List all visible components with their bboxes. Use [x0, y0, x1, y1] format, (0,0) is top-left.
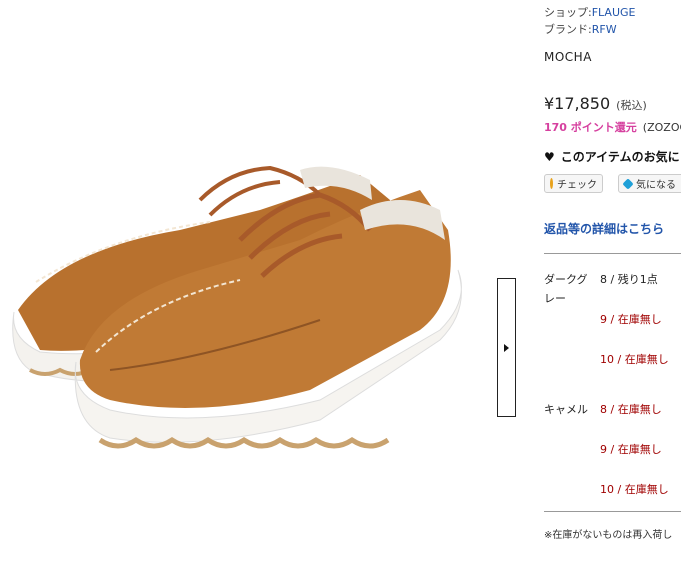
size-separator: / [607, 313, 618, 326]
favorite-label: このアイテムのお気に [560, 150, 680, 164]
product-photo [0, 0, 500, 561]
heart-icon: ♥ [544, 150, 555, 164]
shop-link[interactable]: FLAUGE [592, 6, 636, 19]
stock-status: 在庫無し [617, 313, 662, 326]
color-name-camel: キャメル [544, 400, 588, 419]
check-button[interactable]: チェック [544, 174, 603, 193]
blue-diamond-icon [622, 177, 634, 190]
stock-row: 8 / 残り1点 [600, 273, 658, 287]
shop-label: ショップ: [544, 6, 592, 19]
tax-label: (税込) [616, 99, 647, 112]
stock-row: 10 / 在庫無し [600, 353, 669, 367]
next-image-button[interactable] [497, 278, 516, 417]
brand-line: ブランド:RFW [544, 21, 617, 37]
price-line: ¥17,850 (税込) [544, 94, 647, 113]
size-value: 9 [600, 443, 607, 456]
size-separator: / [607, 443, 618, 456]
points-line: 170 ポイント還元 (ZOZOC [544, 119, 681, 135]
points-extra: (ZOZOC [642, 121, 681, 134]
restock-note: ※在庫がないものは再入荷し [544, 530, 673, 541]
brand-label: ブランド: [544, 23, 592, 36]
size-value: 10 [600, 483, 614, 496]
size-value: 8 [600, 403, 607, 416]
stock-row: 10 / 在庫無し [600, 483, 669, 497]
stock-row: 9 / 在庫無し [600, 313, 662, 327]
divider-bottom [544, 511, 681, 512]
stock-status: 在庫無し [624, 483, 669, 496]
returns-link[interactable]: 返品等の詳細はこちら [544, 220, 664, 237]
price-amount: ¥17,850 [544, 94, 611, 113]
color-name-line1: ダークグ [544, 273, 588, 286]
right-triangle-icon [504, 343, 509, 352]
size-value: 10 [600, 353, 614, 366]
size-separator: / [607, 273, 618, 286]
color-name-line1: キャメル [544, 403, 588, 416]
watch-button[interactable]: 気になる [618, 174, 681, 193]
brand-link[interactable]: RFW [592, 23, 617, 36]
size-separator: / [614, 483, 625, 496]
shoe-illustration [12, 165, 462, 449]
stock-status: 在庫無し [617, 403, 662, 416]
stock-status: 在庫無し [617, 443, 662, 456]
stock-row: 8 / 在庫無し [600, 403, 662, 417]
color-name-line2: レー [544, 292, 566, 305]
size-separator: / [614, 353, 625, 366]
stock-row: 9 / 在庫無し [600, 443, 662, 457]
color-name-darkgray: ダークグ レー [544, 270, 588, 308]
size-value: 9 [600, 313, 607, 326]
stock-status: 残り1点 [617, 273, 658, 286]
m-circle-icon [550, 178, 553, 189]
divider-top [544, 253, 681, 254]
size-value: 8 [600, 273, 607, 286]
size-separator: / [607, 403, 618, 416]
favorite-link[interactable]: ♥ このアイテムのお気に [544, 148, 680, 165]
check-label: チェック [557, 180, 597, 191]
points-text: 170 ポイント還元 [544, 121, 637, 134]
product-info-panel: ショップ:FLAUGE ブランド:RFW MOCHA ¥17,850 (税込) 1… [544, 0, 681, 561]
product-name: MOCHA [544, 50, 592, 64]
stock-status: 在庫無し [624, 353, 669, 366]
watch-label: 気になる [636, 180, 676, 191]
shop-line: ショップ:FLAUGE [544, 4, 635, 20]
